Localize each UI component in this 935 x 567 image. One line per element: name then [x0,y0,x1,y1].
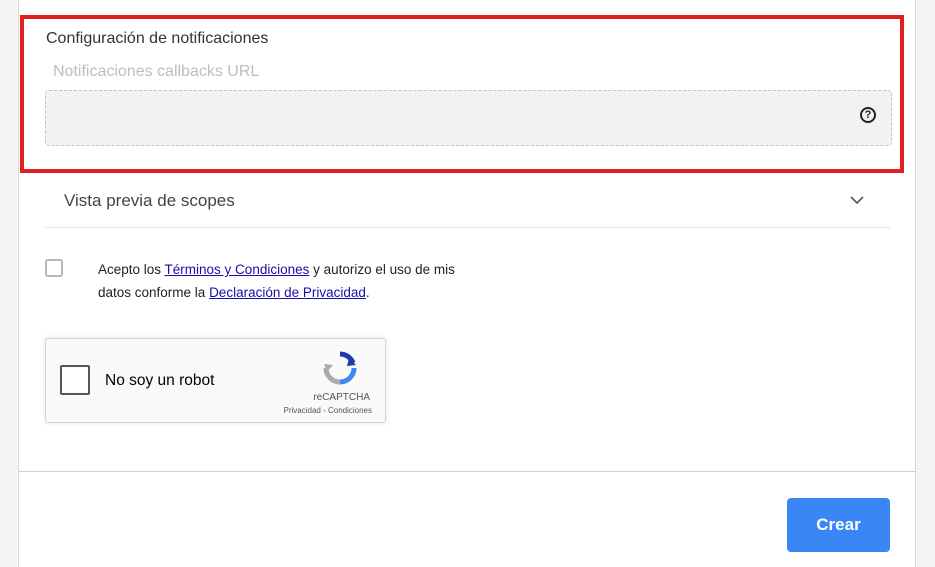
recaptcha-links-separator: - [320,406,328,415]
scopes-preview-label: Vista previa de scopes [64,191,235,210]
recaptcha-privacy-link[interactable]: Privacidad [284,406,321,415]
recaptcha-label: No soy un robot [105,372,215,389]
callback-url-label: Notificaciones callbacks URL [53,63,260,80]
terms-text-part3: . [365,285,370,300]
footer-divider [19,471,916,472]
recaptcha-links: Privacidad - Condiciones [284,406,373,415]
recaptcha-widget: No soy un robot reCAPTCHA Privacidad - C… [45,338,386,423]
terms-checkbox[interactable] [45,259,63,277]
chevron-down-icon [850,196,864,205]
terms-text: Acepto los Términos y Condiciones y auto… [98,258,478,304]
recaptcha-logo-icon [323,351,357,385]
recaptcha-conditions-link[interactable]: Condiciones [328,406,372,415]
terms-link[interactable]: Términos y Condiciones [165,262,310,277]
create-button[interactable]: Crear [787,498,890,552]
privacy-link[interactable]: Declaración de Privacidad [209,285,366,300]
scopes-preview-toggle[interactable]: Vista previa de scopes [45,175,890,228]
section-title: Configuración de notificaciones [46,30,269,47]
terms-text-part1: Acepto los [98,262,165,277]
question-circle-icon[interactable]: ? [860,107,876,123]
recaptcha-brand: reCAPTCHA [313,392,370,403]
callback-url-input[interactable] [45,90,892,146]
recaptcha-checkbox[interactable] [60,365,90,395]
